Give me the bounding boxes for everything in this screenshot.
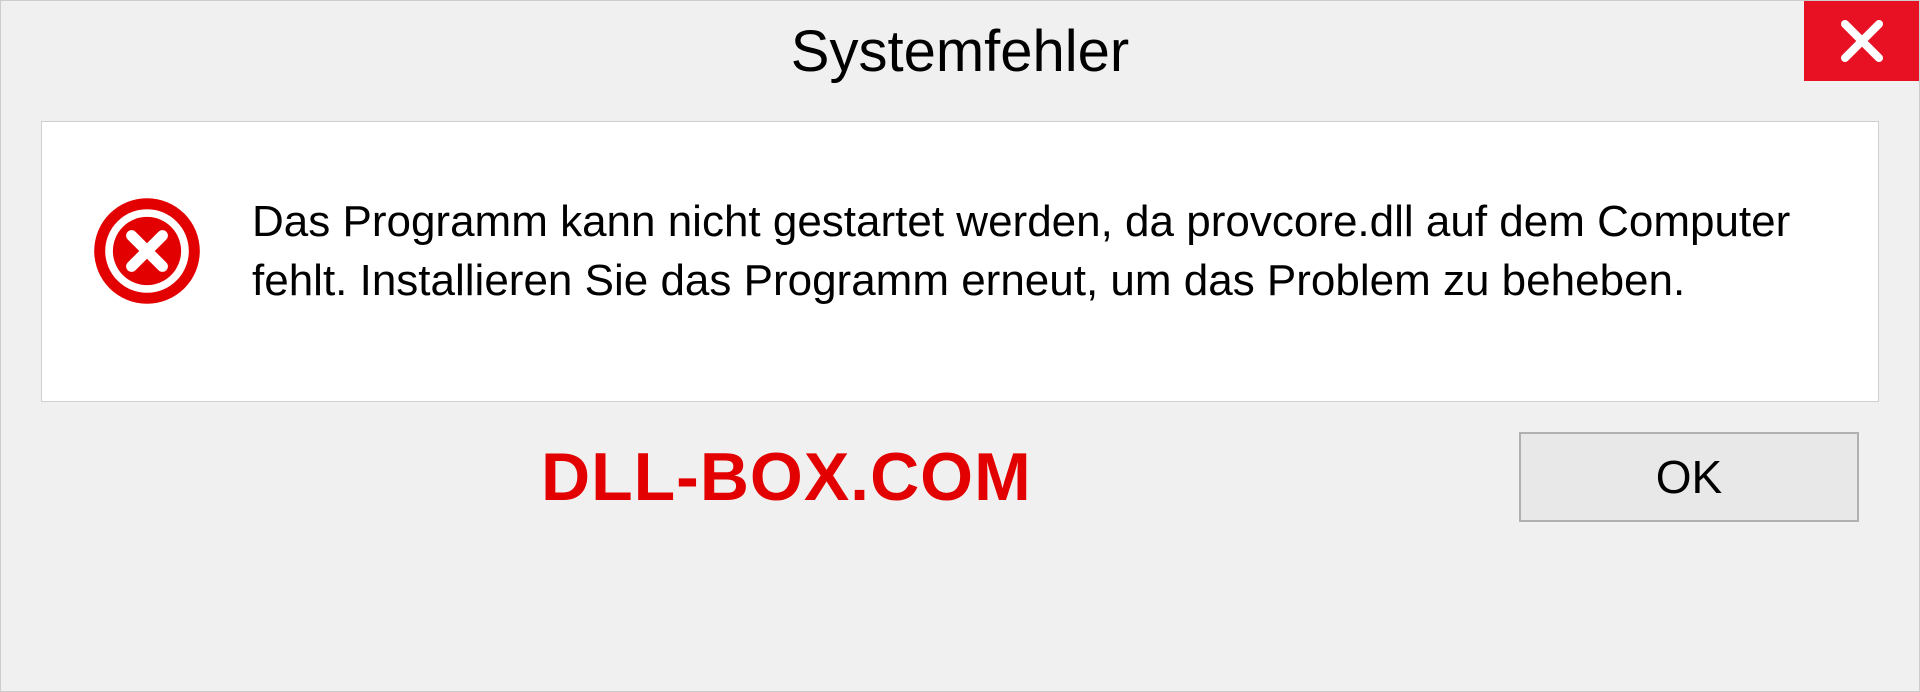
error-message: Das Programm kann nicht gestartet werden…	[252, 192, 1828, 311]
error-dialog: Systemfehler Das Programm kann nicht ges…	[0, 0, 1920, 692]
titlebar: Systemfehler	[1, 1, 1919, 101]
footer: DLL-BOX.COM OK	[1, 402, 1919, 522]
content-panel: Das Programm kann nicht gestartet werden…	[41, 121, 1879, 402]
close-icon	[1837, 16, 1887, 66]
close-button[interactable]	[1804, 1, 1919, 81]
dialog-title: Systemfehler	[791, 18, 1129, 85]
ok-button[interactable]: OK	[1519, 432, 1859, 522]
watermark-text: DLL-BOX.COM	[541, 438, 1032, 516]
error-icon	[92, 196, 202, 306]
